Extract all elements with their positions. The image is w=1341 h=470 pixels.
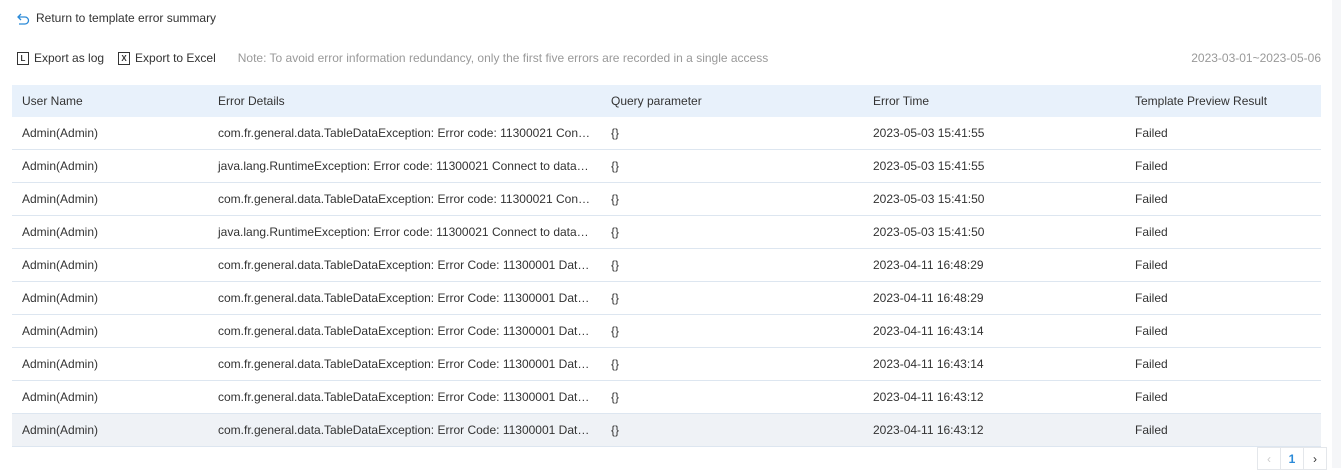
cell-query-parameter: {} <box>601 182 863 216</box>
cell-user-name: Admin(Admin) <box>12 281 208 315</box>
cell-error-time: 2023-05-03 15:41:50 <box>863 182 1125 216</box>
cell-user-name: Admin(Admin) <box>12 149 208 183</box>
cell-error-details: com.fr.general.data.TableDataException: … <box>208 347 601 381</box>
cell-query-parameter: {} <box>601 215 863 249</box>
excel-icon: X <box>118 51 131 65</box>
export-log-label: Export as log <box>34 51 105 65</box>
export-excel-label: Export to Excel <box>135 51 216 65</box>
cell-error-time: 2023-04-11 16:48:29 <box>863 248 1125 282</box>
cell-error-time: 2023-04-11 16:43:14 <box>863 314 1125 348</box>
table-row[interactable]: Admin(Admin) com.fr.general.data.TableDat… <box>12 314 1321 348</box>
cell-preview-result: Failed <box>1125 413 1321 447</box>
cell-preview-result: Failed <box>1125 182 1321 216</box>
table-row[interactable]: Admin(Admin) com.fr.general.data.TableDat… <box>12 248 1321 282</box>
cell-user-name: Admin(Admin) <box>12 248 208 282</box>
pagination: ‹ 1 › <box>1257 447 1327 470</box>
cell-error-time: 2023-05-03 15:41:55 <box>863 149 1125 183</box>
cell-error-details: com.fr.general.data.TableDataException: … <box>208 314 601 348</box>
log-icon: L <box>17 51 29 65</box>
cell-user-name: Admin(Admin) <box>12 117 208 150</box>
cell-query-parameter: {} <box>601 149 863 183</box>
col-preview-result: Template Preview Result <box>1125 85 1321 117</box>
cell-query-parameter: {} <box>601 413 863 447</box>
cell-query-parameter: {} <box>601 248 863 282</box>
cell-error-time: 2023-04-11 16:43:12 <box>863 380 1125 414</box>
cell-error-details: com.fr.general.data.TableDataException: … <box>208 281 601 315</box>
cell-error-details: com.fr.general.data.TableDataException: … <box>208 117 601 150</box>
cell-query-parameter: {} <box>601 117 863 150</box>
cell-query-parameter: {} <box>601 314 863 348</box>
table-row[interactable]: Admin(Admin) java.lang.RuntimeException: … <box>12 215 1321 249</box>
return-label: Return to template error summary <box>36 11 217 25</box>
page-number[interactable]: 1 <box>1280 447 1304 470</box>
col-error-details: Error Details <box>208 85 601 117</box>
cell-preview-result: Failed <box>1125 248 1321 282</box>
table-row[interactable]: Admin(Admin) com.fr.general.data.TableDat… <box>12 413 1321 447</box>
cell-preview-result: Failed <box>1125 314 1321 348</box>
note-text: Note: To avoid error information redunda… <box>237 51 769 65</box>
export-excel-button[interactable]: X Export to Excel <box>118 51 216 65</box>
table-row[interactable]: Admin(Admin) com.fr.general.data.TableDat… <box>12 347 1321 381</box>
cell-error-time: 2023-04-11 16:48:29 <box>863 281 1125 315</box>
col-user-name: User Name <box>12 85 208 117</box>
error-table: User Name Error Details Query parameter … <box>12 85 1321 447</box>
cell-user-name: Admin(Admin) <box>12 182 208 216</box>
cell-user-name: Admin(Admin) <box>12 413 208 447</box>
table-row[interactable]: Admin(Admin) com.fr.general.data.TableDat… <box>12 380 1321 414</box>
cell-error-details: com.fr.general.data.TableDataException: … <box>208 182 601 216</box>
cell-preview-result: Failed <box>1125 380 1321 414</box>
export-log-button[interactable]: L Export as log <box>17 51 104 65</box>
table-row[interactable]: Admin(Admin) com.fr.general.data.TableDat… <box>12 182 1321 216</box>
cell-error-details: com.fr.general.data.TableDataException: … <box>208 380 601 414</box>
cell-error-time: 2023-05-03 15:41:50 <box>863 215 1125 249</box>
cell-preview-result: Failed <box>1125 117 1321 150</box>
cell-query-parameter: {} <box>601 347 863 381</box>
cell-user-name: Admin(Admin) <box>12 380 208 414</box>
cell-error-details: java.lang.RuntimeException: Error code: … <box>208 149 601 183</box>
table-header: User Name Error Details Query parameter … <box>12 85 1321 117</box>
cell-user-name: Admin(Admin) <box>12 347 208 381</box>
scroll-track <box>1332 0 1341 468</box>
date-range: 2023-03-01~2023-05-06 <box>1191 51 1321 65</box>
col-query-parameter: Query parameter <box>601 85 863 117</box>
cell-query-parameter: {} <box>601 281 863 315</box>
return-arrow-icon <box>17 13 30 25</box>
col-error-time: Error Time <box>863 85 1125 117</box>
toolbar: L Export as log X Export to Excel Note: To… <box>17 50 1321 66</box>
cell-error-details: com.fr.general.data.TableDataException: … <box>208 248 601 282</box>
prev-page-button[interactable]: ‹ <box>1257 447 1281 470</box>
cell-preview-result: Failed <box>1125 215 1321 249</box>
cell-error-time: 2023-05-03 15:41:55 <box>863 117 1125 150</box>
cell-error-time: 2023-04-11 16:43:14 <box>863 347 1125 381</box>
next-page-button[interactable]: › <box>1303 447 1327 470</box>
table-row[interactable]: Admin(Admin) java.lang.RuntimeException: … <box>12 149 1321 183</box>
cell-error-details: java.lang.RuntimeException: Error code: … <box>208 215 601 249</box>
table-row[interactable]: Admin(Admin) com.fr.general.data.TableDat… <box>12 117 1321 150</box>
cell-preview-result: Failed <box>1125 347 1321 381</box>
table-row[interactable]: Admin(Admin) com.fr.general.data.TableDat… <box>12 281 1321 315</box>
cell-user-name: Admin(Admin) <box>12 314 208 348</box>
cell-preview-result: Failed <box>1125 149 1321 183</box>
cell-preview-result: Failed <box>1125 281 1321 315</box>
cell-error-time: 2023-04-11 16:43:12 <box>863 413 1125 447</box>
cell-query-parameter: {} <box>601 380 863 414</box>
cell-user-name: Admin(Admin) <box>12 215 208 249</box>
return-link[interactable]: Return to template error summary <box>17 11 216 25</box>
cell-error-details: com.fr.general.data.TableDataException: … <box>208 413 601 447</box>
